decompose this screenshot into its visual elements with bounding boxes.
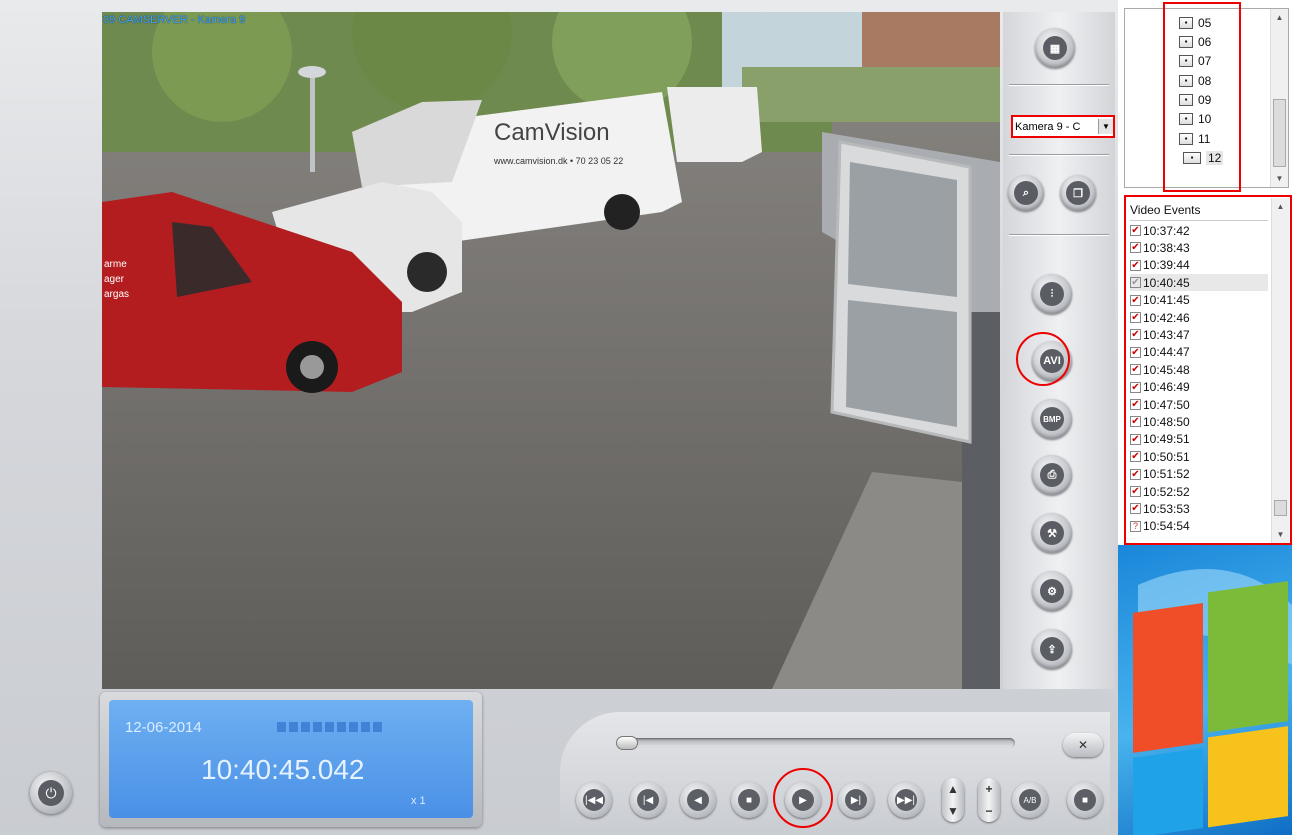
scroll-up-icon[interactable]: ▲ — [1271, 9, 1288, 26]
export-button[interactable]: ⇪ — [1032, 629, 1072, 669]
camera-select[interactable]: Kamera 9 - C ▼ — [1011, 115, 1115, 138]
lcd-speed: x 1 — [411, 795, 426, 807]
tools-icon: ⚒ — [1040, 521, 1064, 545]
desktop-wallpaper — [1133, 569, 1292, 838]
step-back-icon: ◀ — [687, 789, 709, 811]
scroll-thumb[interactable] — [1273, 99, 1286, 167]
layout-grid-icon: ▦ — [1043, 36, 1067, 60]
tree-highlight-box — [1163, 2, 1241, 192]
gear-wrench-icon: ⚙ — [1040, 579, 1064, 603]
step-back-button[interactable]: ◀ — [680, 782, 716, 818]
status-icon — [277, 722, 286, 732]
status-icon — [289, 722, 298, 732]
speed-stepper[interactable]: ▲ ▼ — [942, 778, 964, 822]
power-button[interactable]: ⏻ — [30, 772, 72, 814]
speed-up-icon[interactable]: ▲ — [947, 782, 959, 796]
scroll-down-icon[interactable]: ▼ — [1271, 170, 1288, 187]
red-van-text-3: argas — [104, 289, 129, 300]
dropdown-arrow-icon: ▼ — [1098, 119, 1113, 134]
camera-layout-button[interactable]: ▦ — [1035, 28, 1075, 68]
settings-button[interactable]: ⚙ — [1032, 571, 1072, 611]
events-highlight-box — [1124, 195, 1292, 545]
status-icon — [373, 722, 382, 732]
copy-pages-icon: ❐ — [1066, 181, 1090, 205]
red-van-text-2: ager — [104, 274, 125, 285]
red-van-text-1: arme — [104, 259, 127, 270]
status-icon — [325, 722, 334, 732]
camera-select-value: Kamera 9 - C — [1015, 120, 1081, 133]
status-icon — [301, 722, 310, 732]
lcd-status-icons — [277, 722, 382, 732]
status-icon — [361, 722, 370, 732]
printer-icon: ⎙ — [1040, 463, 1064, 487]
floppy-bmp-icon: BMP — [1040, 407, 1064, 431]
status-icon — [349, 722, 358, 732]
toolbar-divider — [1009, 234, 1109, 235]
camserver-app: CamVision www.camvision.dk • 70 23 05 22… — [0, 0, 1118, 835]
first-frame-icon: |◀◀ — [583, 789, 605, 811]
lcd-date: 12-06-2014 — [125, 719, 202, 736]
timeline-slider[interactable] — [616, 736, 1015, 750]
status-icon — [337, 722, 346, 732]
next-event-button[interactable]: ▶| — [838, 782, 874, 818]
fullscreen-button[interactable]: ■ — [1067, 782, 1103, 818]
zoom-stepper[interactable]: + − — [978, 778, 1000, 822]
mute-icon: ✕ — [1077, 738, 1089, 752]
last-frame-button[interactable]: ▶▶| — [888, 782, 924, 818]
stop-icon: ■ — [738, 789, 760, 811]
stop-button[interactable]: ■ — [731, 782, 767, 818]
speed-down-icon[interactable]: ▼ — [947, 804, 959, 818]
video-view[interactable]: CamVision www.camvision.dk • 70 23 05 22… — [102, 12, 1000, 689]
lcd-screen: 12-06-2014 10:40:45.042 x 1 — [109, 700, 473, 818]
status-icon — [313, 722, 322, 732]
export-icon: ⇪ — [1040, 637, 1064, 661]
camera-image: CamVision www.camvision.dk • 70 23 05 22… — [102, 12, 1000, 689]
fullscreen-icon: ■ — [1074, 789, 1096, 811]
save-bmp-button[interactable]: BMP — [1032, 399, 1072, 439]
camera-title: 09 CAMSERVER - Kamera 9 — [103, 14, 246, 26]
sliders-icon: ⫶ — [1040, 282, 1064, 306]
adjust-button[interactable]: ⫶ — [1032, 274, 1072, 314]
tree-scrollbar[interactable]: ▲ ▼ — [1270, 9, 1288, 187]
lcd-display: 12-06-2014 10:40:45.042 x 1 — [100, 692, 482, 827]
desktop-background — [1118, 545, 1292, 838]
ab-icon: A/B — [1019, 789, 1041, 811]
print-button[interactable]: ⎙ — [1032, 455, 1072, 495]
tools-button[interactable]: ⚒ — [1032, 513, 1072, 553]
toolbar-divider — [1009, 154, 1109, 155]
mute-button[interactable]: ✕ — [1063, 733, 1103, 757]
van-url: www.camvision.dk • 70 23 05 22 — [493, 156, 623, 166]
highlight-ring — [773, 768, 833, 828]
van-logo: CamVision — [494, 119, 610, 146]
prev-event-button[interactable]: |◀ — [630, 782, 666, 818]
copy-button[interactable]: ❐ — [1060, 175, 1096, 211]
power-icon: ⏻ — [38, 780, 64, 806]
toolbar-divider — [1009, 84, 1109, 85]
lcd-time: 10:40:45.042 — [201, 754, 365, 785]
zoom-minus-icon[interactable]: − — [985, 804, 992, 818]
ab-loop-button[interactable]: A/B — [1012, 782, 1048, 818]
last-frame-icon: ▶▶| — [895, 789, 917, 811]
magnifier-icon: ⌕ — [1014, 181, 1038, 205]
timeline-slider-thumb[interactable] — [616, 736, 638, 750]
next-event-icon: ▶| — [845, 789, 867, 811]
search-button[interactable]: ⌕ — [1008, 175, 1044, 211]
prev-event-icon: |◀ — [637, 789, 659, 811]
highlight-ring — [1016, 332, 1070, 386]
zoom-plus-icon[interactable]: + — [985, 782, 992, 796]
first-frame-button[interactable]: |◀◀ — [576, 782, 612, 818]
